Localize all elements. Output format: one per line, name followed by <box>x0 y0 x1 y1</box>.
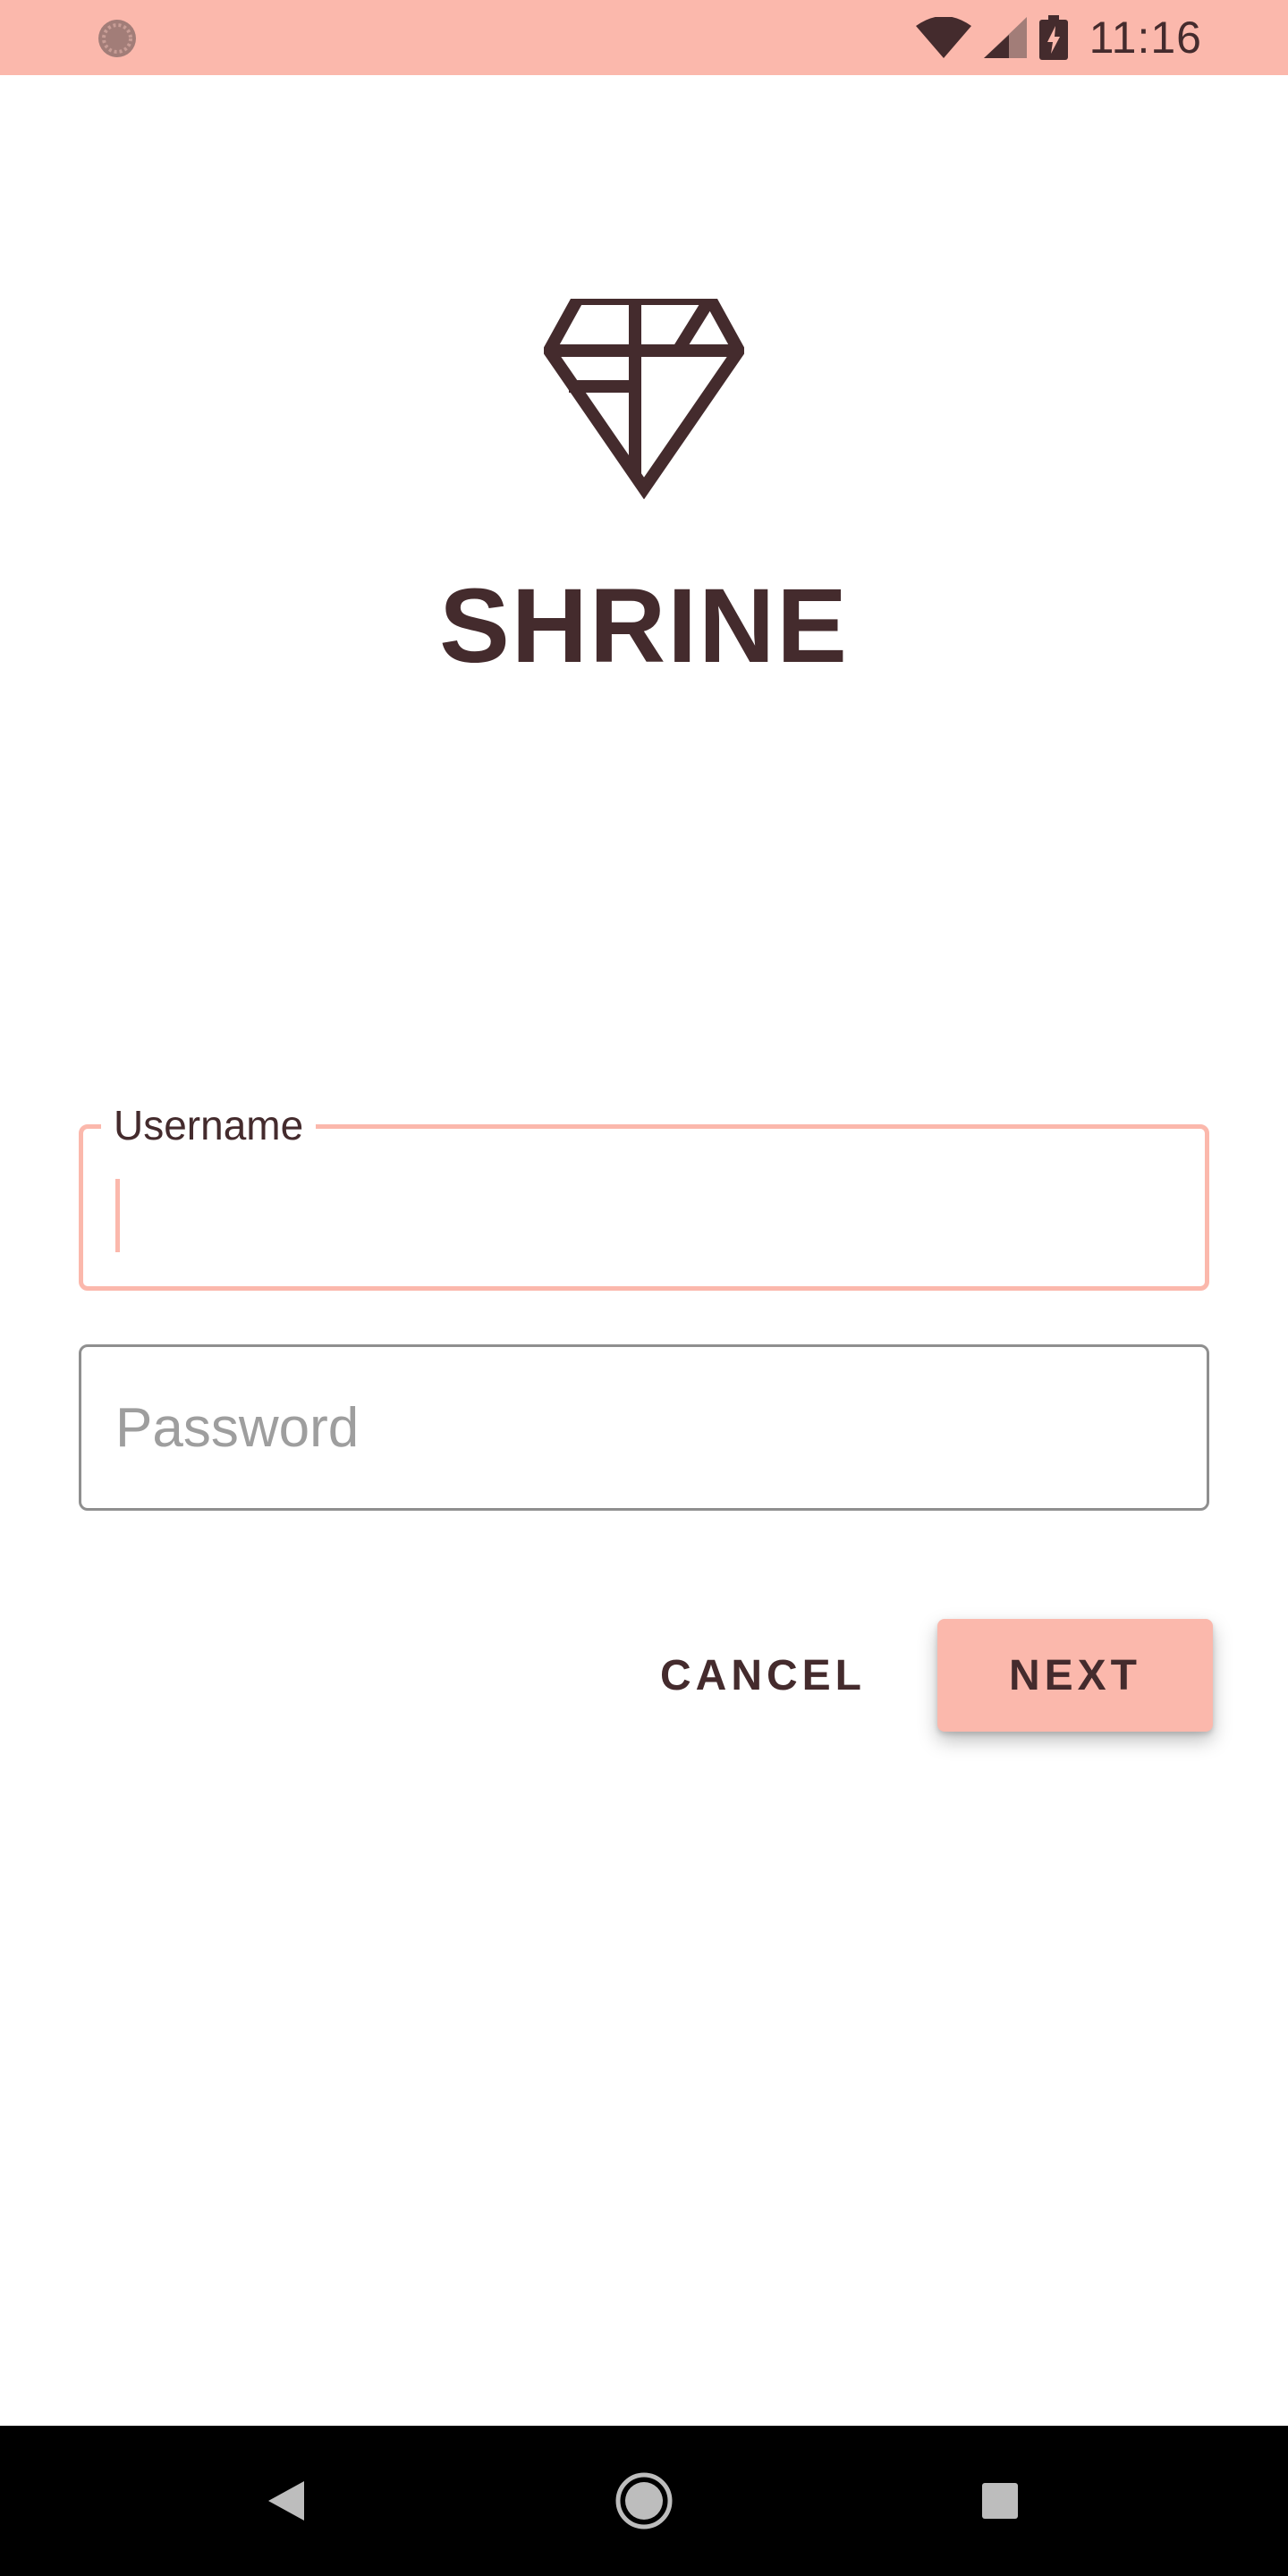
password-placeholder: Password <box>115 1396 360 1459</box>
home-icon <box>615 2472 673 2529</box>
signal-icon <box>983 17 1027 58</box>
next-button[interactable]: NEXT <box>937 1619 1213 1732</box>
status-time: 11:16 <box>1089 13 1202 63</box>
status-icons: 11:16 <box>915 0 1202 75</box>
battery-charging-icon <box>1038 15 1068 60</box>
diamond-icon <box>544 299 744 499</box>
username-label: Username <box>101 1100 317 1150</box>
password-field[interactable]: Password <box>79 1344 1209 1511</box>
sync-icon <box>98 20 136 57</box>
recents-button[interactable] <box>946 2426 1054 2576</box>
app-title: SHRINE <box>439 567 849 685</box>
back-icon <box>268 2481 304 2521</box>
text-cursor <box>115 1179 120 1252</box>
home-button[interactable] <box>590 2426 698 2576</box>
back-button[interactable] <box>233 2426 340 2576</box>
wifi-icon <box>915 17 971 58</box>
recents-icon <box>982 2483 1018 2519</box>
username-field[interactable]: Username <box>79 1100 1209 1291</box>
status-bar: 11:16 <box>0 0 1288 75</box>
navigation-bar <box>0 2426 1288 2576</box>
cancel-button[interactable]: CANCEL <box>642 1619 884 1732</box>
